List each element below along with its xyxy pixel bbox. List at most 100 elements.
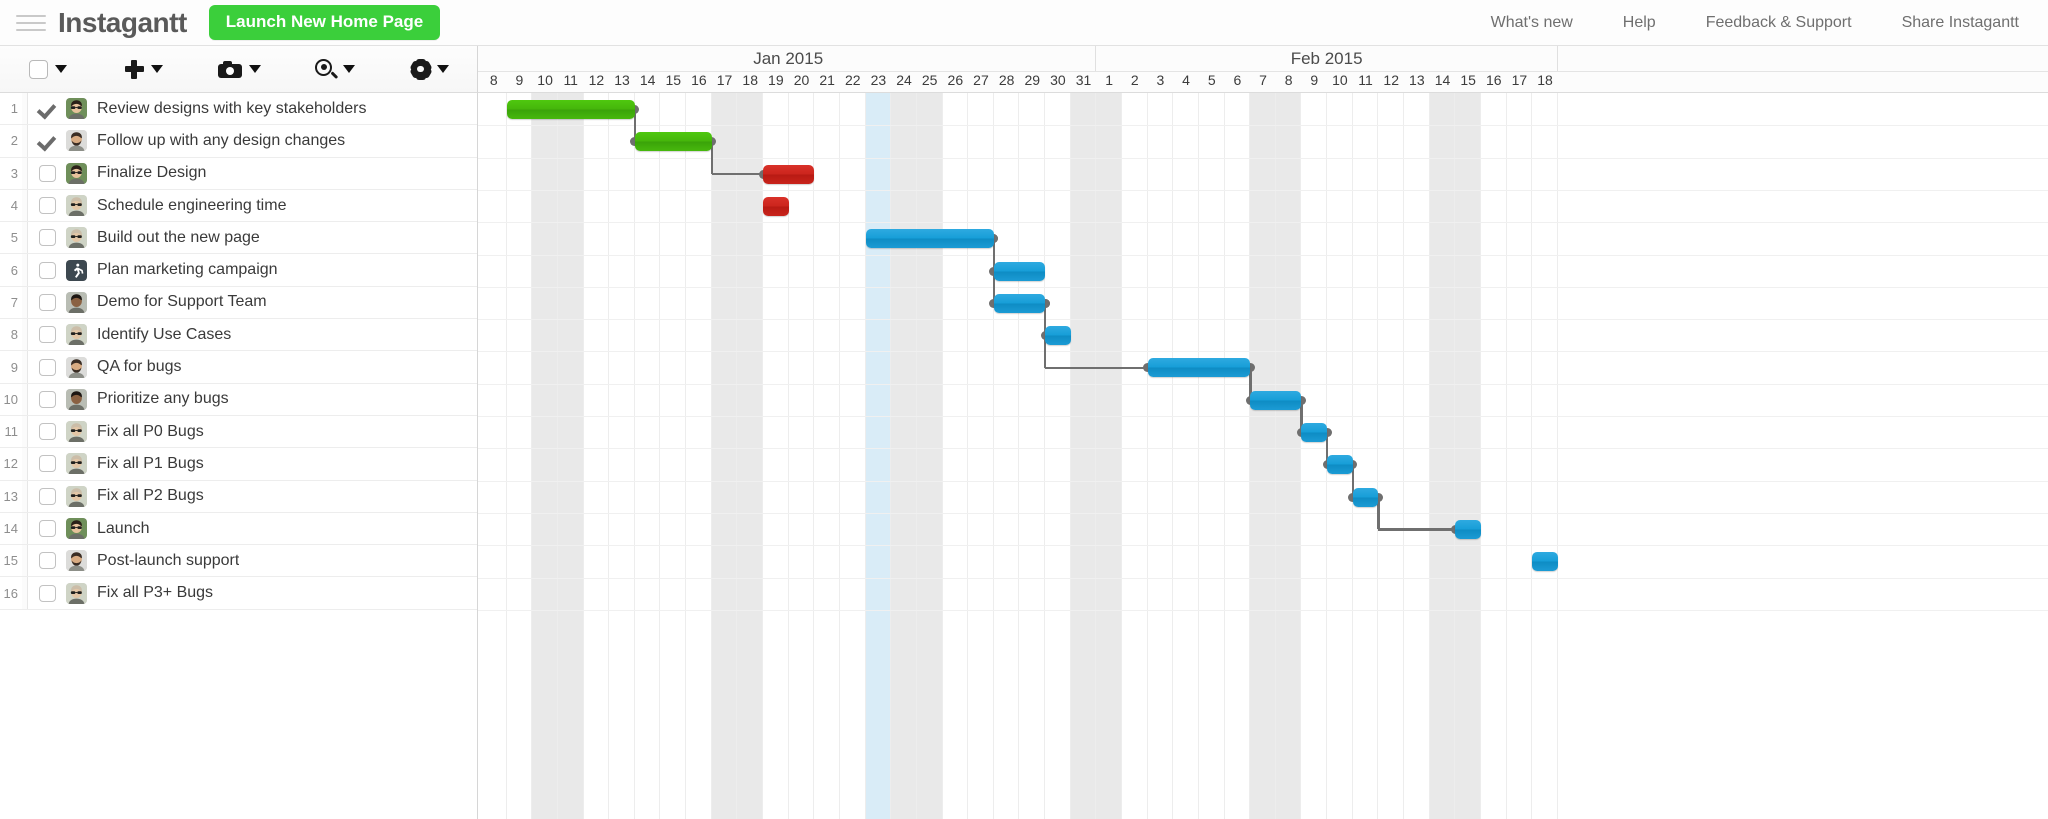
task-checkbox[interactable] [28, 584, 66, 602]
avatar[interactable] [66, 453, 87, 475]
gantt-bar[interactable] [1301, 423, 1328, 442]
avatar[interactable] [66, 227, 87, 249]
task-complete-checkmark[interactable] [28, 100, 66, 117]
task-name[interactable]: Launch [97, 520, 150, 538]
task-checkbox[interactable] [28, 197, 66, 215]
task-name[interactable]: Build out the new page [97, 229, 260, 247]
task-row[interactable]: 11 Fix all P0 Bugs [0, 415, 477, 449]
select-all-dropdown[interactable] [0, 46, 96, 92]
avatar[interactable] [66, 550, 87, 572]
task-row[interactable]: 12 Fix all P1 Bugs [0, 448, 477, 481]
task-name[interactable]: Finalize Design [97, 164, 206, 182]
avatar[interactable] [66, 162, 87, 184]
task-name[interactable]: Review designs with key stakeholders [97, 100, 366, 118]
task-checkbox[interactable] [28, 487, 66, 505]
launch-new-home-page-button[interactable]: Launch New Home Page [208, 5, 441, 40]
task-checkbox[interactable] [28, 293, 66, 311]
hamburger-bar [16, 21, 46, 24]
task-name[interactable]: Fix all P2 Bugs [97, 487, 204, 505]
task-name[interactable]: QA for bugs [97, 358, 182, 376]
day-column [660, 93, 687, 819]
task-name[interactable]: Follow up with any design changes [97, 132, 345, 150]
task-row[interactable]: 14 Launch [0, 512, 477, 546]
task-checkbox[interactable] [28, 423, 66, 441]
row-number: 8 [10, 327, 18, 343]
task-name[interactable]: Identify Use Cases [97, 326, 231, 344]
gantt-bar[interactable] [763, 196, 789, 216]
gantt-bar[interactable] [1327, 455, 1353, 475]
gantt-bar[interactable] [1352, 487, 1379, 507]
gantt-bar[interactable] [865, 229, 994, 249]
gantt-bar[interactable] [1045, 326, 1071, 346]
row-number: 6 [10, 262, 18, 278]
avatar[interactable] [66, 356, 87, 378]
settings-dropdown[interactable] [383, 46, 477, 92]
task-checkbox[interactable] [28, 326, 66, 344]
task-row[interactable]: 3 Finalize Design [0, 157, 477, 190]
task-complete-checkmark[interactable] [28, 132, 66, 149]
task-row[interactable]: 16 Fix all P3+ Bugs [0, 577, 477, 610]
task-checkbox[interactable] [28, 455, 66, 473]
avatar[interactable] [66, 518, 87, 539]
avatar[interactable] [66, 421, 87, 443]
gantt-bar[interactable] [1455, 519, 1481, 539]
task-name[interactable]: Demo for Support Team [97, 293, 267, 311]
gantt-bar[interactable] [634, 132, 712, 152]
hamburger-menu-icon[interactable] [16, 12, 46, 34]
task-checkbox[interactable] [28, 552, 66, 570]
gantt-bar[interactable] [506, 100, 635, 119]
avatar[interactable] [66, 291, 87, 313]
task-checkbox[interactable] [28, 358, 66, 376]
app-logo[interactable]: Instagantt [58, 7, 187, 39]
avatar[interactable] [66, 130, 87, 152]
task-row[interactable]: 2 Follow up with any design changes [0, 125, 477, 158]
avatar[interactable] [66, 582, 87, 604]
task-row[interactable]: 13 Fix all P2 Bugs [0, 480, 477, 513]
task-name[interactable]: Prioritize any bugs [97, 390, 229, 408]
task-checkbox[interactable] [28, 390, 66, 408]
task-row[interactable]: 1 Review designs with key stakeholders [0, 93, 477, 126]
gantt-bar[interactable] [1532, 552, 1558, 572]
task-name[interactable]: Post-launch support [97, 552, 239, 570]
task-name[interactable]: Fix all P3+ Bugs [97, 584, 213, 602]
task-list-panel[interactable]: 1 Review designs with key stakeholders 2 Fo… [0, 93, 478, 819]
gantt-bar[interactable] [1147, 358, 1251, 378]
avatar[interactable] [66, 324, 87, 346]
day-column [865, 93, 892, 819]
task-name[interactable]: Fix all P0 Bugs [97, 423, 204, 441]
task-row[interactable]: 5 Build out the new page [0, 222, 477, 255]
task-checkbox[interactable] [28, 261, 66, 279]
task-row[interactable]: 15 Post-launch support [0, 545, 477, 578]
task-checkbox[interactable] [28, 229, 66, 247]
task-row[interactable]: 6 Plan marketing campaign [0, 254, 477, 287]
zoom-dropdown[interactable] [287, 46, 383, 92]
task-name[interactable]: Plan marketing campaign [97, 261, 278, 279]
task-checkbox[interactable] [28, 164, 66, 182]
task-name[interactable]: Schedule engineering time [97, 197, 286, 215]
gantt-bar[interactable] [1250, 390, 1302, 410]
nav-whats-new[interactable]: What's new [1466, 14, 1598, 32]
avatar[interactable] [66, 98, 87, 120]
gantt-bar[interactable] [993, 293, 1046, 313]
day-label: 26 [947, 72, 964, 88]
task-row[interactable]: 7 Demo for Support Team [0, 286, 477, 320]
avatar[interactable] [66, 195, 87, 217]
add-task-dropdown[interactable] [96, 46, 192, 92]
task-checkbox[interactable] [28, 520, 66, 537]
nav-help[interactable]: Help [1598, 14, 1681, 32]
task-row[interactable]: 10 Prioritize any bugs [0, 383, 477, 416]
avatar[interactable] [66, 259, 87, 281]
snapshot-dropdown[interactable] [192, 46, 288, 92]
task-row[interactable]: 8 Identify Use Cases [0, 319, 477, 352]
avatar[interactable] [66, 388, 87, 410]
nav-share-instagantt[interactable]: Share Instagantt [1877, 14, 2044, 32]
day-column [1173, 93, 1199, 819]
task-row[interactable]: 4 Schedule engineering time [0, 189, 477, 223]
gantt-chart-area[interactable] [478, 93, 2048, 819]
task-row[interactable]: 9 QA for bugs [0, 351, 477, 384]
nav-feedback-support[interactable]: Feedback & Support [1681, 14, 1877, 32]
gantt-bar[interactable] [993, 261, 1046, 281]
gantt-bar[interactable] [763, 164, 815, 184]
avatar[interactable] [66, 485, 87, 507]
task-name[interactable]: Fix all P1 Bugs [97, 455, 204, 473]
